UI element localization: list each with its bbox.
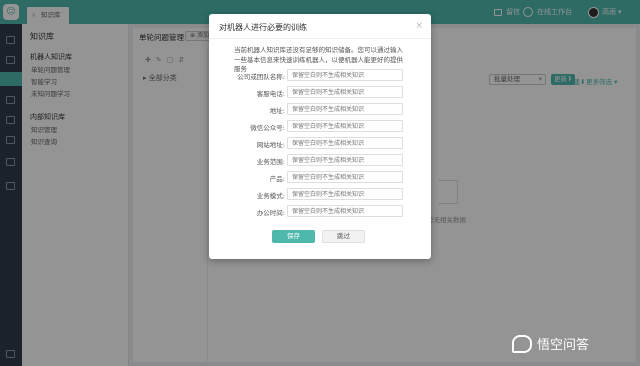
- save-button[interactable]: 保存: [272, 230, 315, 243]
- skip-button[interactable]: 跳过: [322, 230, 365, 243]
- business-scope-input[interactable]: [287, 154, 403, 166]
- field-product: 产品:: [209, 171, 431, 183]
- field-address: 地址:: [209, 103, 431, 115]
- field-service-phone: 客服电话:: [209, 86, 431, 98]
- field-label: 业务范围:: [256, 158, 285, 166]
- field-business-scope: 业务范围:: [209, 154, 431, 166]
- field-label: 微信公众号:: [250, 124, 285, 132]
- watermark-text: 悟空问答: [537, 338, 590, 353]
- field-business-model: 业务模式:: [209, 188, 431, 200]
- field-wechat: 微信公众号:: [209, 120, 431, 132]
- field-label: 办公时间:: [256, 209, 285, 217]
- service-phone-input[interactable]: [287, 86, 403, 98]
- field-label: 客服电话:: [256, 90, 285, 98]
- field-label: 网站地址:: [256, 141, 285, 149]
- field-website: 网站地址:: [209, 137, 431, 149]
- watermark: 悟空问答: [512, 334, 589, 353]
- field-label: 地址:: [269, 107, 285, 115]
- field-label: 业务模式:: [256, 192, 285, 200]
- field-label: 产品:: [269, 175, 285, 183]
- close-icon[interactable]: ×: [415, 21, 423, 31]
- field-company-name: 公司或团队名称:: [209, 69, 431, 81]
- modal-title: 对机器人进行必要的训练: [219, 23, 307, 32]
- company-name-input[interactable]: [287, 69, 403, 81]
- wechat-input[interactable]: [287, 120, 403, 132]
- business-model-input[interactable]: [287, 188, 403, 200]
- training-modal: 对机器人进行必要的训练 × 当前机器人知识库还没有足够的知识储备。您可以通过输入…: [209, 14, 431, 259]
- watermark-logo-icon: [512, 334, 532, 353]
- office-hours-input[interactable]: [287, 205, 403, 217]
- product-input[interactable]: [287, 171, 403, 183]
- website-input[interactable]: [287, 137, 403, 149]
- address-input[interactable]: [287, 103, 403, 115]
- field-label: 公司或团队名称:: [237, 73, 285, 81]
- field-office-hours: 办公时间:: [209, 205, 431, 217]
- modal-divider: [209, 38, 431, 39]
